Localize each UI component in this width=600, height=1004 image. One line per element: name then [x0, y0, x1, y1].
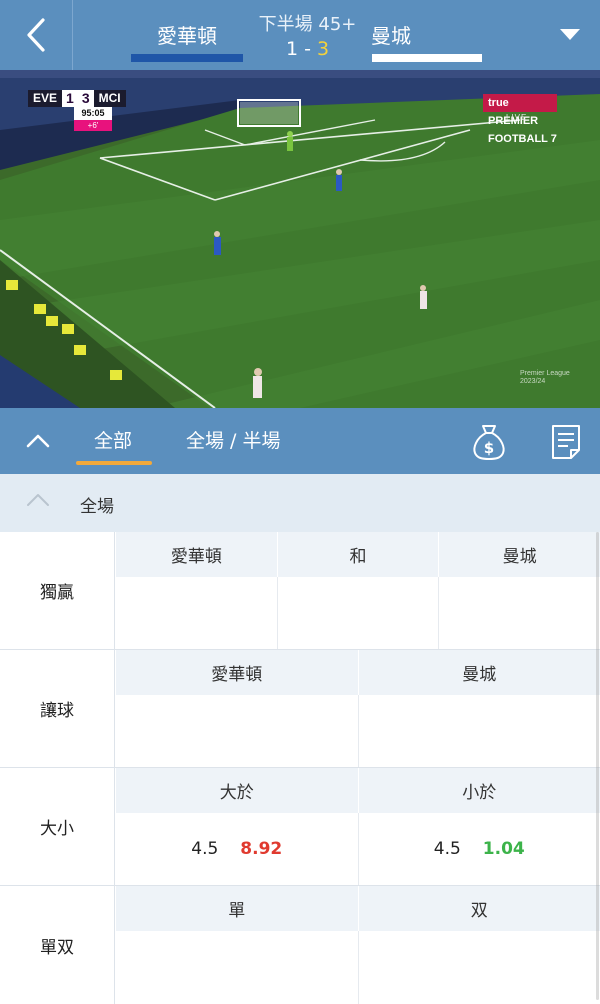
chevron-up-icon — [26, 434, 50, 448]
bet-record-button[interactable] — [546, 422, 586, 462]
odds-cell-under[interactable]: 4.5 1.04 — [359, 813, 600, 885]
active-tab-indicator — [76, 461, 152, 465]
market-headers: 單 双 — [116, 886, 600, 931]
match-score: 1 - 3 — [245, 38, 370, 60]
goal-line-value: 4.5 — [434, 839, 461, 859]
home-team-name: 愛華頓 — [131, 20, 243, 49]
market-odds-row — [116, 931, 600, 1004]
odds-cell-home[interactable] — [116, 577, 278, 649]
header-under: 小於 — [359, 768, 600, 813]
market-odds-row — [116, 577, 600, 649]
scorebug-clock: 95:05 — [74, 107, 112, 120]
league-watermark: Premier League 2023/24 — [520, 370, 570, 386]
back-button[interactable] — [0, 0, 72, 70]
scorebug-home-abbr: EVE — [28, 90, 62, 107]
odds-cell-over[interactable]: 4.5 8.92 — [116, 813, 359, 885]
goal-line-value: 4.5 — [191, 839, 218, 859]
broadcaster-logo: true PREMIER FOOTBALL 7 — [483, 94, 557, 112]
header-odd: 單 — [116, 886, 359, 931]
market-label: 大小 — [0, 768, 115, 885]
header-divider — [72, 0, 73, 70]
away-team-color-bar — [372, 54, 482, 62]
market-tab-bar: 全部 全場 / 半場 $ — [0, 408, 600, 474]
match-dropdown-button[interactable] — [548, 18, 592, 52]
market-headers: 大於 小於 — [116, 768, 600, 813]
odds-value: 8.92 — [240, 839, 282, 859]
live-label: LIVE — [506, 113, 527, 122]
scorebug-away-goals: 3 — [78, 90, 94, 107]
tab-full-half[interactable]: 全場 / 半場 — [186, 426, 280, 453]
scrollbar[interactable] — [596, 532, 599, 1000]
header-home: 愛華頓 — [116, 650, 359, 695]
home-score: 1 — [286, 38, 298, 60]
watermark-line-2: 2023/24 — [520, 378, 570, 386]
odds-cell-home[interactable] — [116, 695, 359, 767]
market-odds-row — [116, 695, 600, 767]
watermark-line-1: Premier League — [520, 370, 570, 378]
odds-cell-draw[interactable] — [278, 577, 440, 649]
market-match-winner: 獨贏 愛華頓 和 曼城 — [0, 532, 600, 650]
away-team-name: 曼城 — [371, 20, 481, 49]
scorebug-added-time: +6' — [74, 120, 112, 131]
header-home: 愛華頓 — [116, 532, 278, 577]
odds-cell-even[interactable] — [359, 931, 600, 1004]
market-label: 獨贏 — [0, 532, 115, 649]
scorebug-home-goals: 1 — [62, 90, 78, 107]
money-bag-icon: $ — [470, 422, 508, 462]
live-video-player[interactable]: EVE 1 3 MCI 95:05 +6' true PREMIER FOOTB… — [0, 70, 600, 408]
header-away: 曼城 — [439, 532, 600, 577]
odds-cell-odd[interactable] — [116, 931, 359, 1004]
bet-slip-button[interactable]: $ — [469, 422, 509, 462]
chevron-left-icon — [25, 17, 47, 53]
header-draw: 和 — [278, 532, 440, 577]
odds-cell-away[interactable] — [439, 577, 600, 649]
market-over-under: 大小 大於 小於 4.5 8.92 4.5 1.04 — [0, 768, 600, 886]
market-odd-even: 單双 單 双 — [0, 886, 600, 1004]
collapse-video-button[interactable] — [18, 424, 58, 458]
market-label: 讓球 — [0, 650, 115, 767]
header-even: 双 — [359, 886, 600, 931]
chevron-up-icon — [26, 493, 50, 507]
away-score: 3 — [317, 38, 329, 60]
score-separator: - — [298, 38, 317, 60]
market-label: 單双 — [0, 886, 115, 1004]
scorebug-away-abbr: MCI — [94, 90, 126, 107]
odds-value: 1.04 — [483, 839, 525, 859]
odds-cell-away[interactable] — [359, 695, 600, 767]
market-headers: 愛華頓 曼城 — [116, 650, 600, 695]
header-away: 曼城 — [359, 650, 600, 695]
match-period: 下半場 45+ — [245, 10, 370, 36]
section-title: 全場 — [80, 492, 114, 517]
caret-down-icon — [559, 28, 581, 42]
tab-all[interactable]: 全部 — [94, 426, 132, 453]
market-headers: 愛華頓 和 曼城 — [116, 532, 600, 577]
market-handicap: 讓球 愛華頓 曼城 — [0, 650, 600, 768]
section-full-time-header[interactable]: 全場 — [0, 474, 600, 532]
svg-text:$: $ — [484, 439, 494, 457]
notes-icon — [550, 423, 582, 461]
match-header: 愛華頓 下半場 45+ 1 - 3 曼城 — [0, 0, 600, 70]
market-odds-row: 4.5 8.92 4.5 1.04 — [116, 813, 600, 885]
header-over: 大於 — [116, 768, 359, 813]
home-team-color-bar — [131, 54, 243, 62]
broadcast-scorebug: EVE 1 3 MCI — [28, 90, 126, 107]
